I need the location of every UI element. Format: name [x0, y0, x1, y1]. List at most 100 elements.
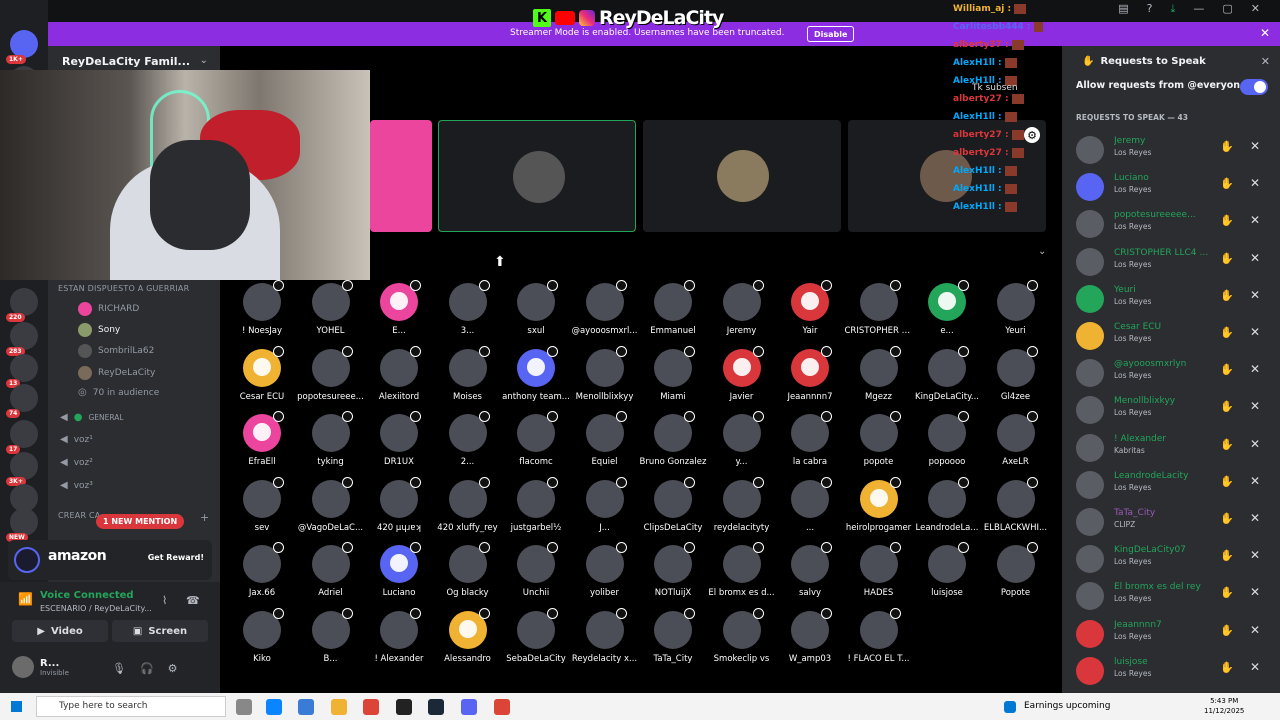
approve-speaker-icon[interactable]: ✋: [1220, 326, 1234, 339]
audience-member[interactable]: Unchii: [502, 542, 570, 598]
approve-speaker-icon[interactable]: ✋: [1220, 624, 1234, 637]
audience-member[interactable]: salvy: [776, 542, 844, 598]
help-icon[interactable]: ?: [1147, 2, 1153, 16]
speak-request-row[interactable]: El bromx es del rey Los Reyes ✋ ✕: [1076, 580, 1272, 611]
audience-member[interactable]: Adriel: [297, 542, 365, 598]
audience-member[interactable]: sev: [228, 476, 296, 533]
approve-speaker-icon[interactable]: ✋: [1220, 214, 1234, 227]
audience-member[interactable]: NOTluijX: [639, 542, 707, 598]
audience-member[interactable]: luisjose: [913, 542, 981, 598]
audience-member[interactable]: El bromx es d...: [708, 542, 776, 598]
audience-member[interactable]: 3...: [434, 280, 502, 336]
clock[interactable]: 5:43 PM 11/12/2025: [1204, 696, 1244, 716]
audience-member[interactable]: HADES: [845, 542, 913, 598]
chevron-down-icon[interactable]: ⌄: [200, 55, 208, 66]
audience-member[interactable]: KingDeLaCity...: [913, 345, 981, 402]
audience-member[interactable]: B...: [297, 607, 365, 664]
approve-speaker-icon[interactable]: ✋: [1220, 512, 1234, 525]
audience-member[interactable]: Luciano: [365, 542, 433, 598]
audience-member[interactable]: CRISTOPHER LLC...: [845, 280, 913, 336]
audience-member[interactable]: @ayooosmxrl...: [571, 280, 639, 336]
audience-member[interactable]: Yair: [776, 280, 844, 336]
approve-speaker-icon[interactable]: ✋: [1220, 549, 1234, 562]
audience-member[interactable]: LeandrodeLa...: [913, 476, 981, 533]
audience-member[interactable]: DR1UX: [365, 411, 433, 467]
dismiss-request-icon[interactable]: ✕: [1250, 511, 1260, 525]
voice-status[interactable]: Voice Connected: [40, 590, 134, 601]
speak-request-row[interactable]: Menollblixkyy Los Reyes ✋ ✕: [1076, 394, 1272, 425]
voice-channel-voz3[interactable]: ◀ voz³: [60, 480, 93, 491]
audience-member[interactable]: ClipsDeLaCity: [639, 476, 707, 533]
approve-speaker-icon[interactable]: ✋: [1220, 438, 1234, 451]
add-channel-icon[interactable]: +: [200, 511, 209, 524]
audience-member[interactable]: Popote: [982, 542, 1050, 598]
audience-member[interactable]: ! Alexander: [365, 607, 433, 664]
get-reward-button[interactable]: Get Reward!: [148, 553, 204, 562]
audience-member[interactable]: flacomc: [502, 411, 570, 467]
windows-start-icon[interactable]: [11, 701, 22, 712]
weather-widget[interactable]: Earnings upcoming: [1024, 701, 1110, 711]
close-window-icon[interactable]: ✕: [1251, 2, 1260, 16]
audience-member[interactable]: Alessandro: [434, 607, 502, 664]
speak-request-row[interactable]: Luciano Los Reyes ✋ ✕: [1076, 171, 1272, 202]
steam-icon[interactable]: [428, 699, 444, 715]
audience-member[interactable]: popote: [845, 411, 913, 467]
audience-member[interactable]: W_amp03: [776, 607, 844, 664]
audience-member[interactable]: ! FLACO EL T...: [845, 607, 913, 664]
audience-member[interactable]: ELBLACKWHI...: [982, 476, 1050, 533]
audience-member[interactable]: AxeLR: [982, 411, 1050, 467]
audience-member[interactable]: TaTa_City: [639, 607, 707, 664]
dismiss-request-icon[interactable]: ✕: [1250, 251, 1260, 265]
audience-count[interactable]: ◎ 70 in audience: [78, 387, 159, 398]
speaker-richard[interactable]: RICHARD: [78, 302, 139, 316]
speaker-sony[interactable]: Sony: [78, 323, 120, 337]
speak-request-row[interactable]: KingDeLaCity07 Los Reyes ✋ ✕: [1076, 543, 1272, 574]
server-icon[interactable]: 283: [6, 322, 38, 356]
audience-member[interactable]: Gl4zee: [982, 345, 1050, 402]
server-icon[interactable]: 74: [6, 384, 38, 418]
speak-request-row[interactable]: popotesureeeee... Los Reyes ✋ ✕: [1076, 208, 1272, 239]
category-general[interactable]: ◀ ● GENERAL: [60, 412, 124, 423]
audience-member[interactable]: Smokeclip vs: [708, 607, 776, 664]
audience-member[interactable]: Miami: [639, 345, 707, 402]
speak-request-row[interactable]: luisjose Los Reyes ✋ ✕: [1076, 655, 1272, 685]
approve-speaker-icon[interactable]: ✋: [1220, 140, 1234, 153]
close-icon[interactable]: ✕: [1260, 26, 1270, 40]
audience-member[interactable]: ! NoesJay: [228, 280, 296, 336]
task-view-icon[interactable]: [236, 699, 252, 715]
audience-member[interactable]: 420 xluffy_rey: [434, 476, 502, 533]
audience-member[interactable]: Og blacky: [434, 542, 502, 598]
copilot-icon[interactable]: [298, 699, 314, 715]
audience-member[interactable]: yoliber: [571, 542, 639, 598]
audience-member[interactable]: anthony team...: [502, 345, 570, 402]
dismiss-request-icon[interactable]: ✕: [1250, 399, 1260, 413]
speaker-sombrilla[interactable]: SombrilLa62: [78, 344, 154, 358]
noise-suppression-icon[interactable]: ⌇: [162, 594, 167, 607]
audience-member[interactable]: Mgezz: [845, 345, 913, 402]
dismiss-request-icon[interactable]: ✕: [1250, 288, 1260, 302]
speak-request-row[interactable]: Jeaannnn7 Los Reyes ✋ ✕: [1076, 618, 1272, 648]
dismiss-request-icon[interactable]: ✕: [1250, 437, 1260, 451]
audience-member[interactable]: J...: [571, 476, 639, 533]
audience-member[interactable]: @VagoDeLaC...: [297, 476, 365, 533]
dismiss-request-icon[interactable]: ✕: [1250, 176, 1260, 190]
audience-member[interactable]: Yeuri: [982, 280, 1050, 336]
dismiss-request-icon[interactable]: ✕: [1250, 362, 1260, 376]
audience-member[interactable]: Equiel: [571, 411, 639, 467]
audience-member[interactable]: ...: [776, 476, 844, 533]
server-icon[interactable]: 220: [6, 288, 38, 322]
speak-request-row[interactable]: Jeremy Los Reyes ✋ ✕: [1076, 134, 1272, 164]
audience-member[interactable]: Bruno Gonzalez: [639, 411, 707, 467]
voice-channel-voz1[interactable]: ◀ voz¹: [60, 434, 93, 445]
audience-member[interactable]: popotesureee...: [297, 345, 365, 402]
speaker-reydelacity[interactable]: ReyDeLaCity: [78, 366, 155, 380]
approve-speaker-icon[interactable]: ✋: [1220, 400, 1234, 413]
audience-member[interactable]: Kiko: [228, 607, 296, 664]
audience-member[interactable]: Moises: [434, 345, 502, 402]
audience-member[interactable]: 2...: [434, 411, 502, 467]
audience-member[interactable]: reydelacityty: [708, 476, 776, 533]
minimize-icon[interactable]: —: [1193, 2, 1204, 16]
server-title[interactable]: ReyDeLaCity Famil...: [62, 55, 202, 68]
audience-member[interactable]: YOHEL: [297, 280, 365, 336]
audience-member[interactable]: sxul: [502, 280, 570, 336]
